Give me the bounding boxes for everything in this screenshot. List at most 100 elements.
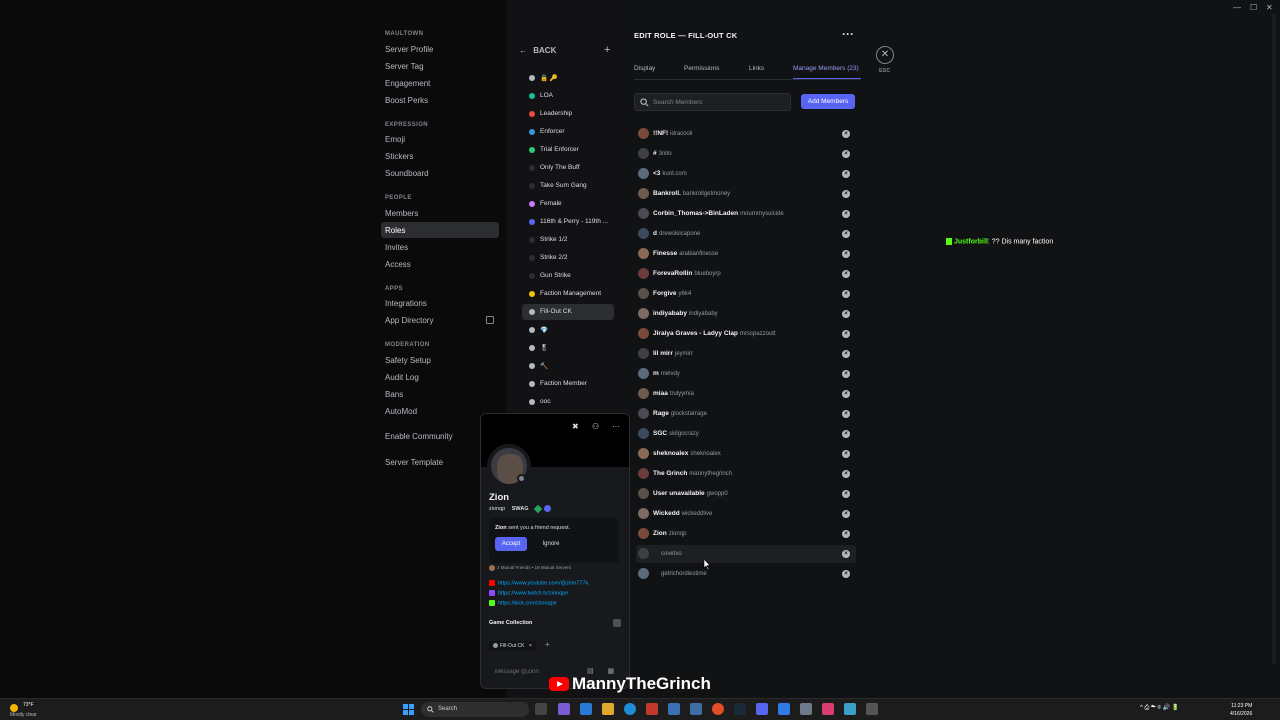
app-icon[interactable] bbox=[646, 703, 658, 715]
tab-manage-members[interactable]: Manage Members (23) bbox=[793, 65, 859, 72]
remove-member-icon[interactable]: × bbox=[842, 430, 850, 438]
kick-link[interactable]: https://kick.com/zionqpe bbox=[489, 600, 557, 606]
remove-member-icon[interactable]: × bbox=[842, 530, 850, 538]
file-explorer-icon[interactable] bbox=[602, 703, 614, 715]
remove-role-icon[interactable]: × bbox=[529, 643, 532, 649]
search-members-input[interactable] bbox=[653, 97, 783, 108]
app-icon[interactable] bbox=[558, 703, 570, 715]
member-row[interactable]: getrichordiestime × bbox=[636, 565, 856, 583]
member-row[interactable]: User unavailable gwopp0 × bbox=[636, 485, 856, 503]
sidebar-item-members[interactable]: Members bbox=[381, 205, 499, 221]
remove-member-icon[interactable]: × bbox=[842, 370, 850, 378]
sidebar-item-server-tag[interactable]: Server Tag bbox=[381, 58, 499, 74]
twitch-link[interactable]: https://www.twitch.tv/zionqpe bbox=[489, 590, 568, 596]
edge-icon[interactable] bbox=[624, 703, 636, 715]
remove-member-icon[interactable]: × bbox=[842, 350, 850, 358]
back-button[interactable]: ← BACK bbox=[519, 46, 556, 55]
role-item[interactable]: Enforcer bbox=[522, 124, 614, 140]
more-options-icon[interactable]: ··· bbox=[842, 27, 854, 41]
member-row[interactable]: !!NF! idracooli × bbox=[636, 125, 856, 143]
windows-start-icon[interactable] bbox=[403, 704, 414, 715]
role-item[interactable]: Only The Buff bbox=[522, 160, 614, 176]
remove-friend-icon[interactable]: ✖ bbox=[572, 422, 579, 431]
member-row[interactable]: Rage glockstarrage × bbox=[636, 405, 856, 423]
remove-member-icon[interactable]: × bbox=[842, 150, 850, 158]
remove-member-icon[interactable]: × bbox=[842, 510, 850, 518]
youtube-link[interactable]: https://www.youtube.com/@zion777k bbox=[489, 580, 588, 586]
plus-icon[interactable]: + bbox=[604, 44, 610, 56]
member-row[interactable]: Finesse arabianfinesse × bbox=[636, 245, 856, 263]
remove-member-icon[interactable]: × bbox=[842, 550, 850, 558]
discord-icon[interactable] bbox=[756, 703, 768, 715]
add-members-button[interactable]: Add Members bbox=[801, 94, 855, 109]
app-icon[interactable] bbox=[580, 703, 592, 715]
sidebar-item-stickers[interactable]: Stickers bbox=[381, 148, 499, 164]
remove-member-icon[interactable]: × bbox=[842, 390, 850, 398]
role-item[interactable]: LOA bbox=[522, 88, 614, 104]
member-row[interactable]: Jiraiya Graves - Ladyy Clap mrsspazzoutt × bbox=[636, 325, 856, 343]
member-row[interactable]: indiyababy indiyababy × bbox=[636, 305, 856, 323]
member-row[interactable]: The Grinch mannythegrinch × bbox=[636, 465, 856, 483]
member-row[interactable]: SGC skilgocrazy × bbox=[636, 425, 856, 443]
remove-member-icon[interactable]: × bbox=[842, 450, 850, 458]
role-item[interactable]: Female bbox=[522, 196, 614, 212]
role-item[interactable]: Faction Member bbox=[522, 376, 614, 392]
remove-member-icon[interactable]: × bbox=[842, 570, 850, 578]
member-row[interactable]: ForevaRollin blueboyrp × bbox=[636, 265, 856, 283]
remove-member-icon[interactable]: × bbox=[842, 130, 850, 138]
role-item[interactable]: Leadership bbox=[522, 106, 614, 122]
remove-member-icon[interactable]: × bbox=[842, 270, 850, 278]
app-icon[interactable] bbox=[822, 703, 834, 715]
role-item[interactable]: Trial Enforcer bbox=[522, 142, 614, 158]
remove-member-icon[interactable]: × bbox=[842, 410, 850, 418]
sidebar-item-integrations[interactable]: Integrations bbox=[381, 295, 499, 311]
maximize-button[interactable]: ☐ bbox=[1250, 3, 1257, 12]
role-item[interactable]: Gun Strike bbox=[522, 268, 614, 284]
sidebar-item-engagement[interactable]: Engagement bbox=[381, 75, 499, 91]
role-item[interactable]: Strike 2/2 bbox=[522, 250, 614, 266]
app-icon[interactable] bbox=[690, 703, 702, 715]
sidebar-item-boost-perks[interactable]: Boost Perks bbox=[381, 92, 499, 108]
settings-icon[interactable] bbox=[866, 703, 878, 715]
sidebar-item-roles[interactable]: Roles bbox=[381, 222, 499, 238]
member-row[interactable]: covetxo × bbox=[636, 545, 856, 563]
remove-member-icon[interactable]: × bbox=[842, 470, 850, 478]
taskbar-clock[interactable]: 11:23 PM 4/16/2026 bbox=[1230, 702, 1252, 718]
remove-member-icon[interactable]: × bbox=[842, 210, 850, 218]
app-icon[interactable] bbox=[668, 703, 680, 715]
scrollbar[interactable] bbox=[1272, 14, 1276, 664]
member-row[interactable]: Forgive y6k4 × bbox=[636, 285, 856, 303]
add-role-icon[interactable]: + bbox=[545, 640, 550, 649]
app-icon[interactable] bbox=[800, 703, 812, 715]
member-row[interactable]: miaa trulyymia × bbox=[636, 385, 856, 403]
member-row[interactable]: lil mirr jeymirr × bbox=[636, 345, 856, 363]
close-icon[interactable]: ✕ bbox=[876, 46, 894, 64]
weather-widget[interactable]: 73°F Mostly clear bbox=[10, 702, 37, 719]
remove-member-icon[interactable]: × bbox=[842, 310, 850, 318]
tab-display[interactable]: Display bbox=[634, 65, 655, 72]
member-row[interactable]: Zion zionqp × bbox=[636, 525, 856, 543]
steam-icon[interactable] bbox=[734, 703, 746, 715]
role-item[interactable]: 💎 bbox=[522, 322, 614, 338]
sidebar-item-soundboard[interactable]: Soundboard bbox=[381, 165, 499, 181]
app-icon[interactable] bbox=[844, 703, 856, 715]
accept-button[interactable]: Accept bbox=[495, 537, 527, 551]
role-item[interactable]: Take Sum Gang bbox=[522, 178, 614, 194]
role-item[interactable]: Faction Management bbox=[522, 286, 614, 302]
role-item[interactable]: 🎖 bbox=[522, 340, 614, 356]
taskbar-search[interactable]: Search bbox=[421, 702, 529, 717]
ignore-button[interactable]: Ignore bbox=[537, 537, 565, 551]
sidebar-item-safety-setup[interactable]: Safety Setup bbox=[381, 352, 499, 368]
window-close-button[interactable]: ✕ bbox=[1266, 3, 1273, 12]
member-row[interactable]: d drewskiicapone × bbox=[636, 225, 856, 243]
remove-member-icon[interactable]: × bbox=[842, 330, 850, 338]
remove-member-icon[interactable]: × bbox=[842, 250, 850, 258]
system-tray-icons[interactable]: ^ ⎙ ☁ ⌾ 🔊 🔋 bbox=[1140, 704, 1179, 712]
role-item[interactable]: 🔨 bbox=[522, 358, 614, 374]
sidebar-item-audit-log[interactable]: Audit Log bbox=[381, 369, 499, 385]
sidebar-item-emoji[interactable]: Emoji bbox=[381, 131, 499, 147]
remove-member-icon[interactable]: × bbox=[842, 190, 850, 198]
remove-member-icon[interactable]: × bbox=[842, 170, 850, 178]
member-row[interactable]: <3 kunt.com × bbox=[636, 165, 856, 183]
chrome-icon[interactable] bbox=[712, 703, 724, 715]
